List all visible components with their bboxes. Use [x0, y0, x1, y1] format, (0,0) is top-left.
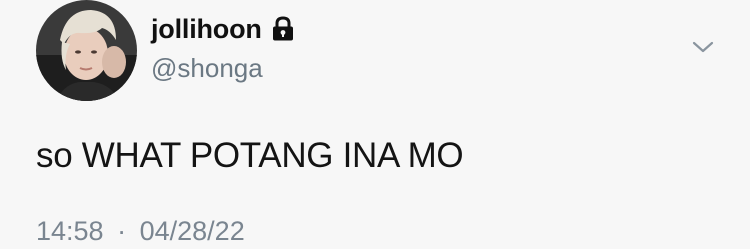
- lock-icon: [271, 16, 295, 42]
- tweet-text: so WHAT POTANG INA MO: [36, 136, 464, 175]
- tweet-meta: 14:58 · 04/28/22: [36, 216, 245, 247]
- tweet-time[interactable]: 14:58: [36, 216, 104, 246]
- avatar[interactable]: [36, 0, 137, 101]
- meta-separator: ·: [117, 216, 127, 246]
- display-name[interactable]: jollihoon: [151, 14, 262, 45]
- user-handle[interactable]: @shonga: [151, 53, 263, 84]
- display-name-row: jollihoon: [151, 14, 295, 44]
- tweet-date[interactable]: 04/28/22: [140, 216, 245, 246]
- tweet-card: jollihoon @shonga so WHAT POTANG INA MO …: [0, 0, 750, 249]
- avatar-image: [36, 0, 137, 101]
- chevron-down-icon[interactable]: [690, 38, 716, 56]
